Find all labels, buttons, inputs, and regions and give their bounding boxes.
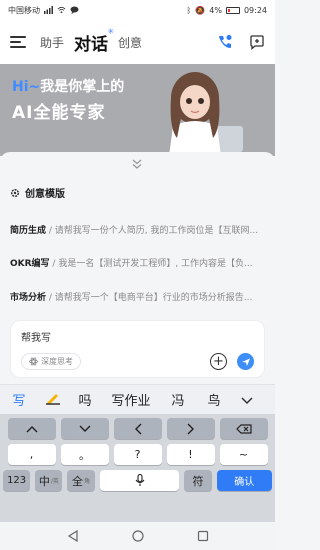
send-icon: [241, 358, 250, 366]
collapse-chevron-icon[interactable]: [131, 158, 143, 170]
status-bar: 中国移动 ᛒ 🔕 4% 09:24: [0, 0, 275, 20]
key-question[interactable]: ?: [113, 444, 162, 465]
key-exclamation[interactable]: !: [166, 444, 215, 465]
candidate-item[interactable]: 冯: [160, 390, 196, 409]
tab-creative[interactable]: 创意: [118, 34, 142, 51]
key-backspace[interactable]: [219, 418, 268, 439]
system-nav-bar: [0, 522, 275, 550]
home-icon[interactable]: [131, 530, 144, 542]
key-numbers[interactable]: 123: [3, 470, 31, 491]
template-item-resume[interactable]: 简历生成 / 请帮我写一份个人简历, 我的工作岗位是【互联网...: [10, 223, 270, 236]
chat-input-box[interactable]: 帮我写 深度思考 +: [10, 320, 265, 378]
sparkle-icon: ✳: [107, 26, 115, 36]
banner-tagline: AI全能专家: [12, 103, 106, 123]
atom-icon: [29, 357, 38, 366]
candidate-item[interactable]: 鸟: [196, 390, 232, 409]
gear-icon: [10, 188, 20, 197]
tab-chat[interactable]: 对话 ✳: [74, 27, 114, 55]
deep-think-toggle[interactable]: 深度思考: [21, 353, 81, 370]
status-time: 09:24: [243, 5, 267, 15]
template-item-okr[interactable]: OKR编写 / 我是一名【测试开发工程师】, 工作内容是【负...: [10, 256, 270, 269]
arrow-right-icon: [187, 423, 194, 434]
phone-call-icon[interactable]: [217, 34, 233, 50]
microphone-icon: [135, 474, 144, 486]
message-icon: [70, 6, 79, 14]
menu-icon[interactable]: [10, 36, 26, 48]
tab-chat-label: 对话: [74, 34, 109, 55]
send-button[interactable]: [237, 353, 254, 370]
key-period[interactable]: 。: [60, 444, 109, 465]
key-space-voice[interactable]: [99, 470, 180, 491]
recents-icon[interactable]: [197, 530, 209, 542]
assistant-avatar-illustration: [169, 72, 243, 156]
wifi-icon: [57, 6, 66, 14]
confirm-button[interactable]: 确认: [216, 470, 272, 491]
key-tilde[interactable]: ~: [219, 444, 268, 465]
add-attachment-button[interactable]: +: [210, 353, 227, 370]
key-comma[interactable]: ,: [7, 444, 56, 465]
key-arrow-down[interactable]: [60, 418, 109, 439]
key-symbols[interactable]: 符: [184, 470, 212, 491]
expand-candidates-icon[interactable]: [232, 390, 262, 409]
battery-icon: [225, 6, 240, 14]
battery-percent: 4%: [209, 5, 222, 15]
arrow-left-icon: [134, 423, 141, 434]
arrow-down-icon: [79, 425, 90, 432]
candidate-item[interactable]: 写: [0, 390, 38, 409]
hero-banner: Hi~我是你掌上的 AI全能专家: [0, 64, 275, 156]
candidate-item[interactable]: 写作业: [102, 390, 160, 409]
key-full-width[interactable]: 全角: [67, 470, 95, 491]
key-zh-en[interactable]: 中/英: [35, 470, 63, 491]
arrow-up-icon: [26, 425, 37, 432]
template-item-market[interactable]: 市场分析 / 请帮我写一个【电商平台】行业的市场分析报告...: [10, 290, 270, 303]
app-header: 助手 对话 ✳ 创意: [0, 20, 275, 64]
key-arrow-up[interactable]: [7, 418, 56, 439]
signal-icon: [44, 6, 53, 14]
back-icon[interactable]: [67, 530, 79, 542]
backspace-icon: [235, 423, 252, 434]
tab-assistant[interactable]: 助手: [40, 34, 64, 51]
mute-bell-icon: 🔕: [195, 5, 206, 15]
chat-input[interactable]: 帮我写: [21, 329, 51, 344]
banner-greeting: Hi~我是你掌上的: [12, 79, 125, 95]
bluetooth-icon: ᛒ: [186, 5, 192, 15]
candidate-bar: 写 吗 写作业 冯 鸟: [0, 384, 275, 414]
key-arrow-right[interactable]: [166, 418, 215, 439]
key-arrow-left[interactable]: [113, 418, 162, 439]
new-chat-icon[interactable]: [249, 34, 265, 50]
keyboard: , 。 ? ! ~ 123 中/英 全角 符 确认: [0, 414, 275, 522]
carrier-label: 中国移动: [8, 5, 40, 15]
candidate-item[interactable]: 吗: [68, 390, 102, 409]
templates-title: 创意模版: [10, 185, 65, 200]
handwriting-icon[interactable]: [38, 390, 68, 409]
